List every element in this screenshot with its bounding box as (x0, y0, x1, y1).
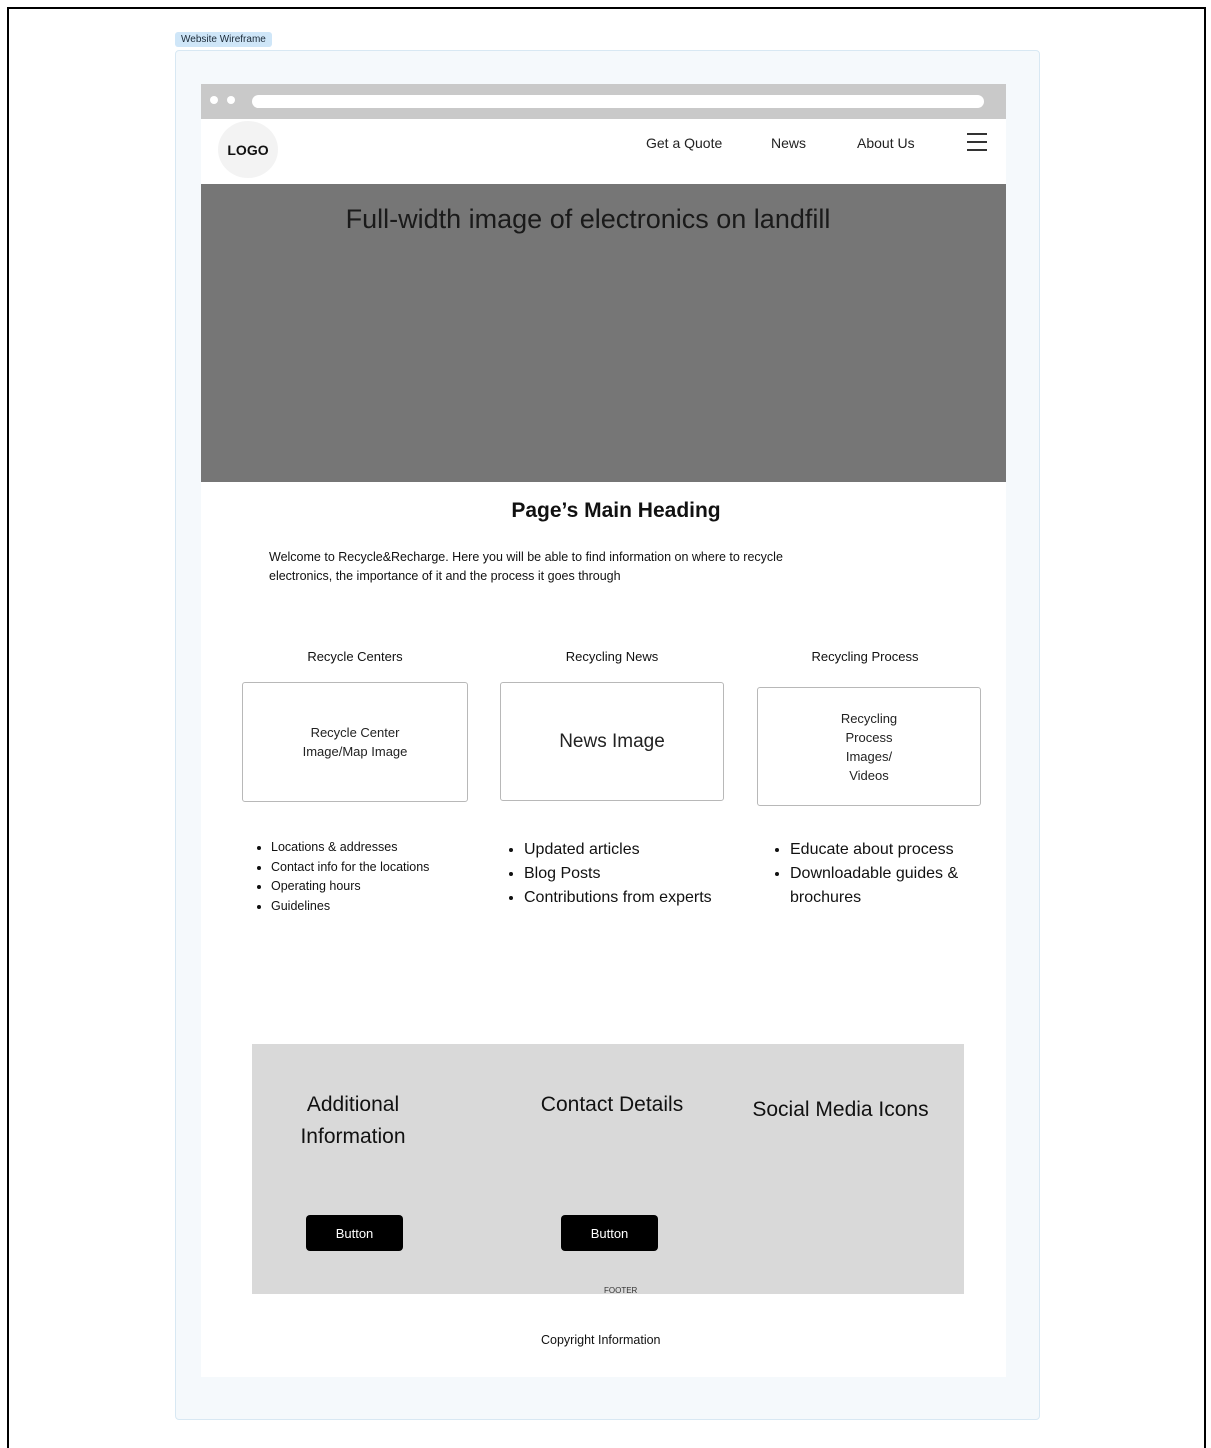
list-item: Guidelines (271, 897, 491, 917)
card-line: Recycling (840, 710, 898, 726)
hamburger-menu-icon[interactable] (967, 133, 987, 151)
list-item: Downloadable guides & brochures (790, 862, 990, 910)
intro-line: electronics, the importance of it and th… (269, 569, 621, 583)
browser-toolbar (201, 84, 1006, 119)
footer-contact-details: Contact Details (540, 1093, 684, 1116)
page-title: Page’s Main Heading (511, 499, 721, 522)
nav-get-a-quote[interactable]: Get a Quote (646, 135, 722, 151)
footer-button-1[interactable]: Button (306, 1215, 403, 1251)
card-line: Images/ (845, 748, 893, 764)
intro-line: Welcome to Recycle&Recharge. Here you wi… (269, 550, 783, 564)
list-item: Operating hours (271, 877, 491, 897)
recycling-process-media-placeholder[interactable]: Recycling Process Images/ Videos (757, 687, 981, 806)
footer-additional-information: Additional Information (278, 1089, 428, 1153)
recycle-centers-list: Locations & addresses Contact info for t… (257, 838, 491, 916)
column-title-recycle-centers: Recycle Centers (307, 649, 403, 664)
list-item: Blog Posts (524, 862, 724, 886)
footer: Additional Information Contact Details S… (252, 1044, 964, 1295)
list-item: Locations & addresses (271, 838, 491, 858)
frame-label[interactable]: Website Wireframe (175, 32, 272, 47)
intro-text: Welcome to Recycle&Recharge. Here you wi… (269, 548, 849, 586)
column-title-recycling-news: Recycling News (565, 649, 659, 664)
footer-button-2[interactable]: Button (561, 1215, 658, 1251)
card-line: Process (845, 729, 893, 745)
logo[interactable]: LOGO (218, 121, 278, 178)
column-title-recycling-process: Recycling Process (811, 649, 919, 664)
copyright-text: Copyright Information (541, 1333, 661, 1347)
hero-image-placeholder: Full-width image of electronics on landf… (201, 184, 1006, 482)
nav-about-us[interactable]: About Us (857, 135, 915, 151)
address-bar[interactable] (252, 95, 984, 108)
list-item: Educate about process (790, 838, 990, 862)
news-image-placeholder[interactable]: News Image (500, 682, 724, 801)
window-dot-icon (210, 96, 218, 104)
recycling-news-list: Updated articles Blog Posts Contribution… (510, 838, 724, 910)
card-line: Videos (849, 767, 889, 783)
list-item: Contributions from experts (524, 886, 724, 910)
card-line: Recycle Center (310, 725, 400, 740)
footer-title-line: Additional (306, 1093, 400, 1116)
footer-social-media-icons: Social Media Icons (752, 1098, 929, 1121)
list-item: Contact info for the locations (271, 858, 491, 878)
hero-caption: Full-width image of electronics on landf… (345, 204, 831, 234)
recycle-center-image-placeholder[interactable]: Recycle Center Image/Map Image (242, 682, 468, 802)
list-item: Updated articles (524, 838, 724, 862)
window-dot-icon (227, 96, 235, 104)
nav-news[interactable]: News (771, 135, 806, 151)
recycling-process-list: Educate about process Downloadable guide… (776, 838, 990, 910)
card-line: Image/Map Image (302, 744, 408, 759)
footer-title-line: Information (300, 1125, 406, 1148)
footer-label: FOOTER (604, 1286, 638, 1295)
browser-window: LOGO Get a Quote News About Us Full-widt… (201, 84, 1006, 1377)
card-line: News Image (559, 730, 665, 752)
